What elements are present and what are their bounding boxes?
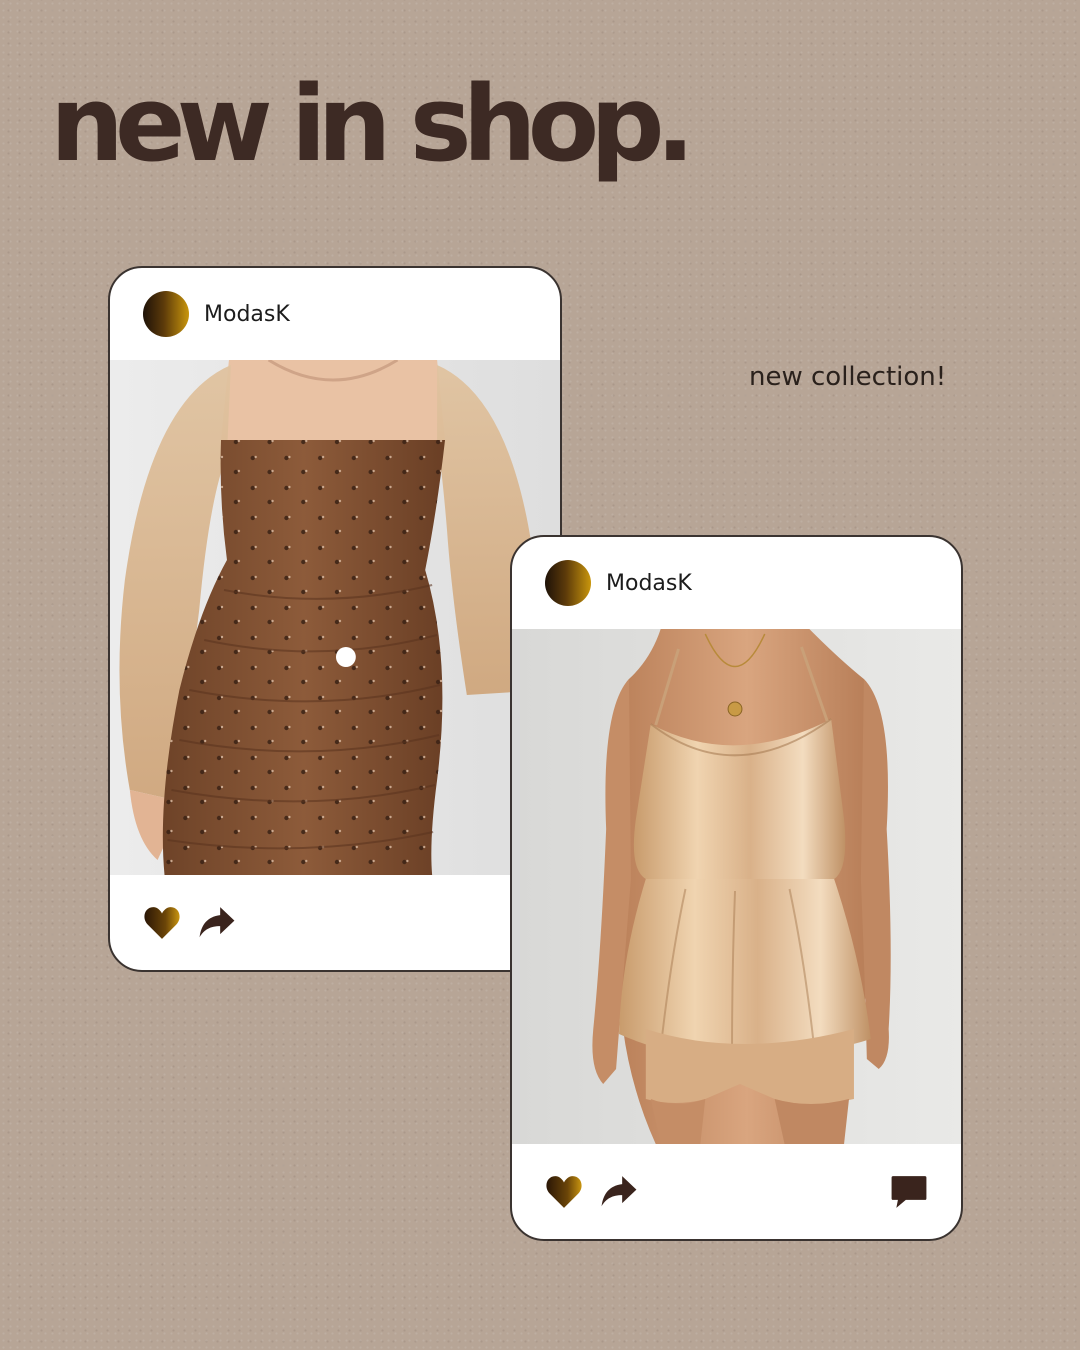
share-icon[interactable]	[198, 905, 236, 941]
post-actions	[512, 1144, 961, 1239]
post-actions	[110, 875, 560, 970]
post-username[interactable]: ModasK	[204, 302, 290, 327]
post-card-2: ModasK	[510, 535, 963, 1241]
comment-icon[interactable]	[890, 1174, 928, 1210]
profile-avatar[interactable]	[143, 291, 189, 337]
post-image[interactable]	[512, 629, 961, 1144]
romper-photo-graphic	[512, 629, 961, 1144]
heart-icon[interactable]	[545, 1174, 583, 1210]
profile-avatar[interactable]	[545, 560, 591, 606]
tagline: new collection!	[749, 362, 947, 392]
post-username[interactable]: ModasK	[606, 571, 692, 596]
post-image[interactable]	[110, 360, 560, 875]
page-headline: new in shop.	[50, 63, 695, 185]
post-header: ModasK	[110, 268, 560, 360]
heart-icon[interactable]	[143, 905, 181, 941]
dress-photo-graphic	[110, 360, 560, 875]
post-card-1: ModasK	[108, 266, 562, 972]
post-header: ModasK	[512, 537, 961, 629]
share-icon[interactable]	[600, 1174, 638, 1210]
